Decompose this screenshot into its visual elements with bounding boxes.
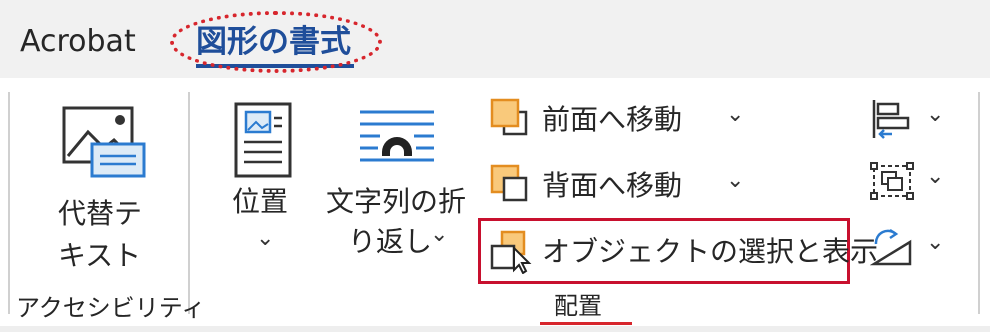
chevron-down-icon[interactable]: ⌄ bbox=[726, 102, 744, 127]
send-backward-label: 背面へ移動 bbox=[542, 169, 683, 202]
send-backward-button[interactable]: 背面へ移動 ⌄ bbox=[490, 160, 760, 212]
chevron-down-icon: ⌄ bbox=[430, 222, 449, 247]
wrap-text-icon bbox=[360, 110, 434, 162]
arrange-group-label: 配置 bbox=[554, 292, 602, 320]
chevron-down-icon: ⌄ bbox=[926, 230, 945, 255]
align-icon bbox=[872, 100, 910, 139]
position-icon bbox=[234, 102, 292, 178]
position-label: 位置 bbox=[232, 185, 289, 218]
bring-forward-button[interactable]: 前面へ移動 ⌄ bbox=[490, 94, 760, 146]
annotation-oval bbox=[170, 11, 382, 73]
chevron-down-icon: ⌄ bbox=[256, 226, 275, 251]
send-backward-icon bbox=[490, 164, 528, 202]
rotate-icon bbox=[869, 228, 912, 266]
alt-text-label-line2: キスト bbox=[58, 239, 142, 272]
alt-text-label-line1: 代替テ bbox=[58, 197, 143, 230]
group-separator bbox=[8, 92, 10, 314]
group-button[interactable]: ⌄ bbox=[870, 160, 950, 204]
rotate-button[interactable]: ⌄ bbox=[869, 226, 950, 270]
group-separator bbox=[188, 92, 190, 314]
chevron-down-icon: ⌄ bbox=[926, 164, 945, 189]
alt-text-icon bbox=[62, 106, 146, 178]
ribbon-bottom-strip bbox=[0, 326, 990, 332]
ribbon-tab-bar: Acrobat 図形の書式 bbox=[0, 0, 990, 78]
group-separator bbox=[978, 92, 980, 314]
chevron-down-icon: ⌄ bbox=[926, 102, 945, 127]
chevron-down-icon[interactable]: ⌄ bbox=[726, 168, 744, 193]
wrap-text-label-line1: 文字列の折 bbox=[326, 185, 467, 218]
wrap-text-label-line2: り返し bbox=[348, 225, 433, 258]
selection-pane-icon bbox=[490, 230, 532, 274]
alt-text-button[interactable]: 代替テ キスト bbox=[40, 96, 170, 276]
wrap-text-button[interactable]: 文字列の折 り返し ⌄ bbox=[322, 96, 468, 282]
bring-forward-label: 前面へ移動 bbox=[542, 103, 683, 136]
group-icon bbox=[870, 162, 914, 200]
annotation-underline bbox=[540, 322, 632, 325]
accessibility-group-label: アクセシビリティ bbox=[16, 294, 206, 322]
align-button[interactable]: ⌄ bbox=[870, 98, 950, 142]
bring-forward-icon bbox=[490, 98, 528, 136]
selection-pane-label: オブジェクトの選択と表示 bbox=[542, 235, 879, 268]
tab-acrobat[interactable]: Acrobat bbox=[20, 24, 136, 60]
position-button[interactable]: 位置 ⌄ bbox=[220, 96, 310, 282]
selection-pane-button[interactable]: オブジェクトの選択と表示 bbox=[490, 226, 878, 278]
